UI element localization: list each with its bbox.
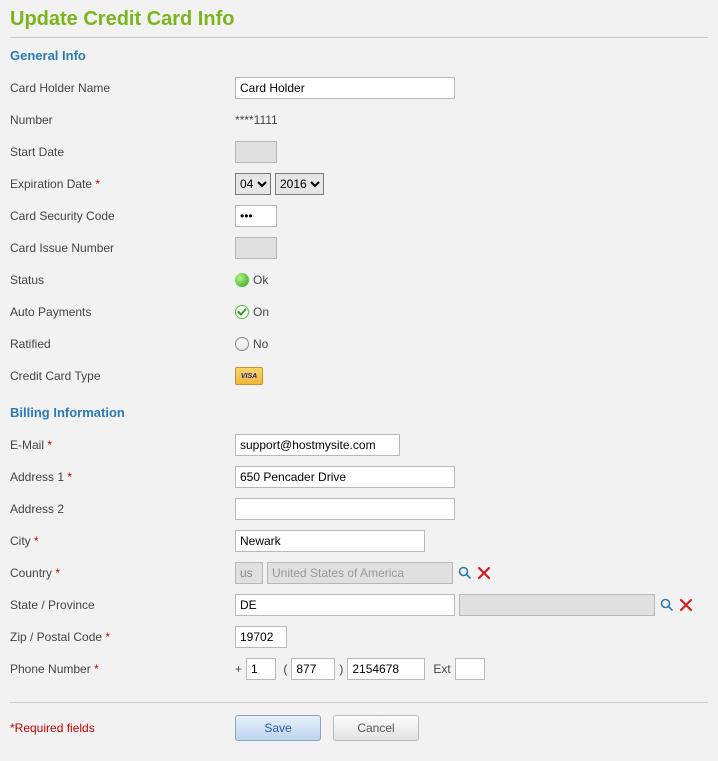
state-name-input: [459, 594, 655, 616]
required-marker: *: [34, 534, 39, 548]
label-zip: Zip / Postal Code: [10, 630, 102, 644]
save-button[interactable]: Save: [235, 715, 321, 741]
visa-badge-icon: VISA: [235, 367, 263, 385]
cancel-button[interactable]: Cancel: [333, 715, 419, 741]
email-input[interactable]: [235, 434, 400, 456]
label-phone: Phone Number: [10, 662, 91, 676]
label-start-date: Start Date: [10, 141, 235, 163]
card-holder-name-input[interactable]: [235, 77, 455, 99]
required-marker: *: [94, 662, 99, 676]
status-ok-icon: [235, 273, 249, 287]
label-address2: Address 2: [10, 498, 235, 520]
label-city: City: [10, 534, 31, 548]
country-clear-icon[interactable]: [477, 566, 491, 580]
phone-paren-open: (: [280, 662, 287, 676]
security-code-input[interactable]: [235, 205, 277, 227]
status-text: Ok: [253, 273, 268, 287]
start-date-box: [235, 141, 277, 163]
section-general-info: General Info: [10, 48, 708, 63]
phone-paren-close: ): [339, 662, 343, 676]
required-marker: *: [47, 438, 52, 452]
exp-year-select[interactable]: 2016: [275, 173, 324, 195]
radio-unchecked-icon: [235, 337, 249, 351]
label-country: Country: [10, 566, 52, 580]
label-address1: Address 1: [10, 470, 64, 484]
label-state: State / Province: [10, 594, 235, 616]
page-title: Update Credit Card Info: [10, 8, 708, 31]
address2-input[interactable]: [235, 498, 455, 520]
required-marker: *: [95, 177, 100, 191]
label-security-code: Card Security Code: [10, 205, 235, 227]
auto-payments-text: On: [253, 305, 269, 319]
country-lookup-icon[interactable]: [457, 565, 473, 581]
label-status: Status: [10, 269, 235, 291]
exp-month-select[interactable]: 04: [235, 173, 271, 195]
label-auto-payments: Auto Payments: [10, 301, 235, 323]
required-fields-note: *Required fields: [10, 721, 95, 735]
city-input[interactable]: [235, 530, 425, 552]
required-marker: *: [55, 566, 60, 580]
label-card-holder-name: Card Holder Name: [10, 77, 235, 99]
label-email: E-Mail: [10, 438, 44, 452]
divider: [10, 702, 708, 703]
state-clear-icon[interactable]: [679, 598, 693, 612]
label-number: Number: [10, 109, 235, 131]
phone-area-input[interactable]: [291, 658, 335, 680]
phone-plus: +: [235, 662, 242, 676]
required-marker: *: [67, 470, 72, 484]
label-cc-type: Credit Card Type: [10, 365, 235, 387]
phone-number-input[interactable]: [347, 658, 425, 680]
address1-input[interactable]: [235, 466, 455, 488]
country-name-input: [267, 562, 453, 584]
section-billing-info: Billing Information: [10, 405, 708, 420]
required-marker: *: [105, 630, 110, 644]
label-issue-number: Card Issue Number: [10, 237, 235, 259]
phone-ext-input[interactable]: [455, 658, 485, 680]
ratified-text: No: [253, 337, 268, 351]
divider: [10, 37, 708, 38]
zip-input[interactable]: [235, 626, 287, 648]
check-on-icon: [235, 305, 249, 319]
country-code-input: [235, 562, 263, 584]
state-code-input[interactable]: [235, 594, 455, 616]
card-number-masked: ****1111: [235, 113, 278, 127]
state-lookup-icon[interactable]: [659, 597, 675, 613]
label-ext: Ext: [433, 662, 450, 676]
phone-country-input[interactable]: [246, 658, 276, 680]
label-expiration-date: Expiration Date: [10, 177, 92, 191]
issue-number-box: [235, 237, 277, 259]
label-ratified: Ratified: [10, 333, 235, 355]
